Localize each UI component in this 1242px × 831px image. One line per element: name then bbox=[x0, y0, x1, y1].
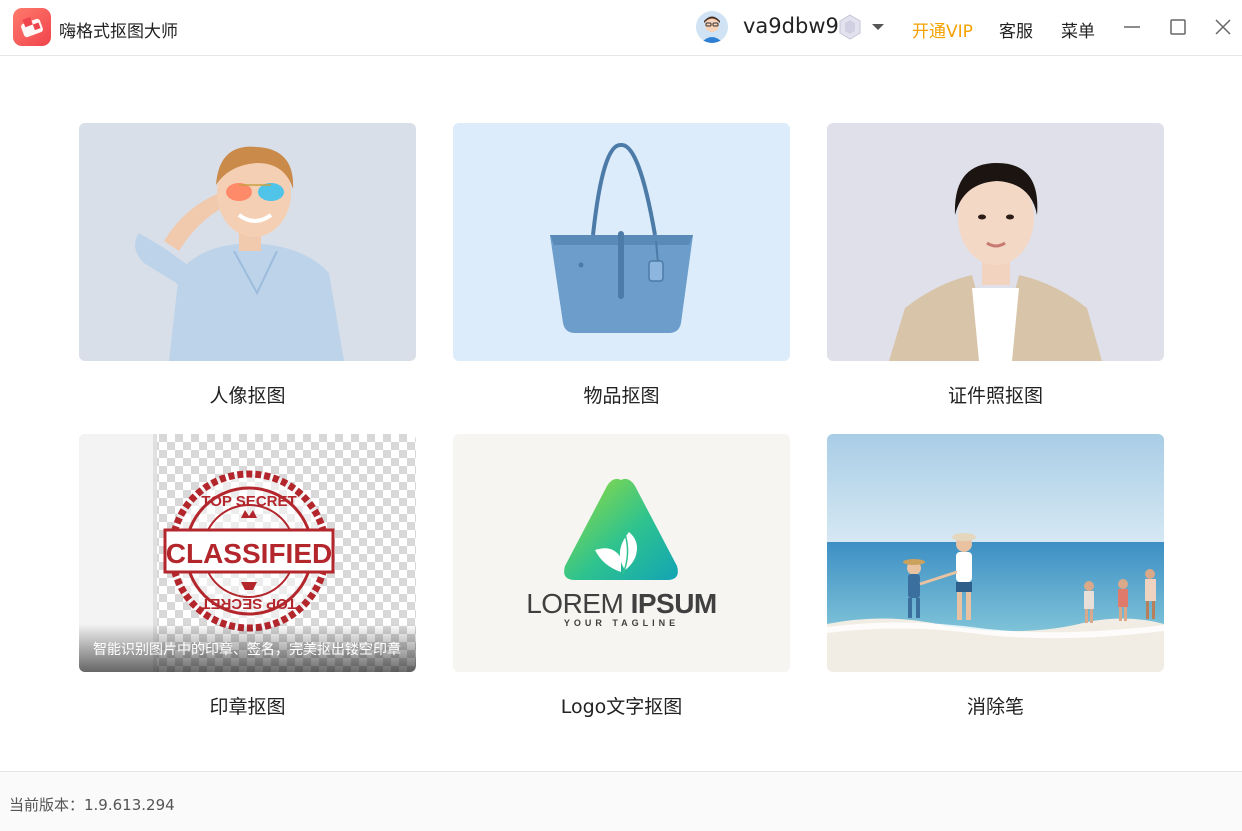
eraser-pen-card[interactable] bbox=[827, 434, 1164, 672]
stamp-description-overlay: 智能识别图片中的印章、签名，完美抠出镂空印章 bbox=[79, 624, 416, 672]
app-logo-icon bbox=[13, 8, 51, 46]
portrait-cutout-card[interactable] bbox=[79, 123, 416, 361]
app-title: 嗨格式抠图大师 bbox=[59, 22, 178, 42]
stamp-top-text: TOP SECRET bbox=[201, 493, 296, 510]
title-bar: 嗨格式抠图大师 va9dbw9 开通VIP 客服 菜单 bbox=[0, 0, 1242, 56]
stamp-main-text: CLASSIFIED bbox=[166, 538, 332, 569]
user-avatar[interactable] bbox=[696, 11, 728, 43]
logo-tagline-text: YOUR TAGLINE bbox=[563, 618, 680, 628]
portrait-cutout-image bbox=[79, 123, 416, 361]
stamp-bottom-text: TOP SECRET bbox=[201, 595, 296, 612]
vip-level-badge-icon bbox=[838, 14, 862, 40]
logo-main-text: LOREM IPSUM bbox=[526, 588, 717, 619]
version-text: 当前版本：1.9.613.294 bbox=[9, 796, 175, 814]
beach-image bbox=[827, 434, 1164, 672]
card-label[interactable]: 消除笔 bbox=[827, 692, 1164, 719]
stamp-cutout-card[interactable]: CLASSIFIED TOP SECRET TOP SECRET 智能识别图片中… bbox=[79, 434, 416, 672]
maximize-icon[interactable] bbox=[1168, 17, 1188, 37]
id-photo-image bbox=[827, 123, 1164, 361]
id-photo-card[interactable] bbox=[827, 123, 1164, 361]
username[interactable]: va9dbw9 bbox=[743, 14, 839, 38]
object-cutout-card[interactable] bbox=[453, 123, 790, 361]
object-cutout-image bbox=[453, 123, 790, 361]
card-label[interactable]: 物品抠图 bbox=[453, 381, 790, 408]
app-window: 嗨格式抠图大师 va9dbw9 开通VIP 客服 菜单 人像抠图 物品抠图 证件… bbox=[0, 0, 1242, 831]
card-label[interactable]: 印章抠图 bbox=[79, 692, 416, 719]
menu-button[interactable]: 菜单 bbox=[1061, 17, 1095, 42]
card-label[interactable]: 人像抠图 bbox=[79, 381, 416, 408]
close-icon[interactable] bbox=[1213, 17, 1233, 37]
card-label[interactable]: Logo文字抠图 bbox=[453, 692, 790, 719]
stamp-description-text: 智能识别图片中的印章、签名，完美抠出镂空印章 bbox=[93, 642, 401, 658]
customer-service-button[interactable]: 客服 bbox=[999, 17, 1033, 42]
card-label[interactable]: 证件照抠图 bbox=[827, 381, 1164, 408]
logo-triangle-image bbox=[453, 434, 790, 672]
chevron-down-icon[interactable] bbox=[869, 18, 887, 36]
open-vip-button[interactable]: 开通VIP bbox=[912, 17, 973, 42]
logo-text-cutout-card[interactable]: LOREM IPSUM YOUR TAGLINE bbox=[453, 434, 790, 672]
status-bar: 当前版本：1.9.613.294 bbox=[0, 771, 1242, 831]
minimize-icon[interactable] bbox=[1122, 17, 1142, 37]
